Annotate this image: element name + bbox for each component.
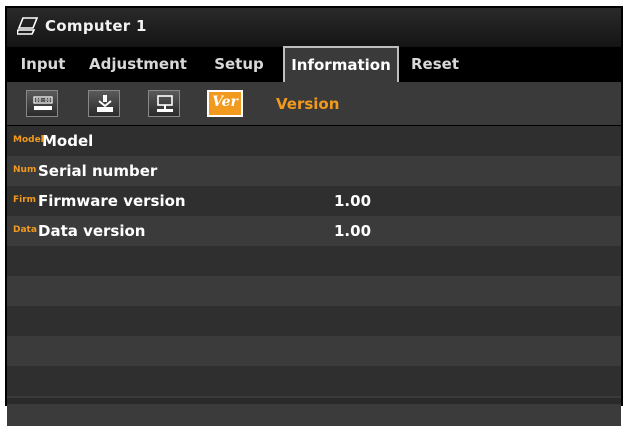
row-label: Model <box>42 132 94 150</box>
subtab-title: Version <box>276 95 340 113</box>
row-value: 1.00 <box>334 222 372 240</box>
empty-row <box>7 366 621 396</box>
tab-adjustment[interactable]: Adjustment <box>83 48 193 80</box>
tab-input[interactable]: Input <box>13 48 73 80</box>
list-item: Model Model <box>7 126 621 156</box>
source-icon[interactable] <box>88 90 120 117</box>
information-subtabs: 00:00 Ver Version <box>7 82 621 125</box>
data-icon: Data <box>13 225 37 235</box>
menu-tabs: Input Adjustment Setup Information Reset <box>7 46 621 84</box>
usage-time-icon[interactable]: 00:00 <box>26 90 58 117</box>
empty-row <box>7 306 621 336</box>
firmware-icon: Firm <box>13 195 37 205</box>
tab-setup[interactable]: Setup <box>203 48 275 80</box>
version-icon[interactable]: Ver <box>207 90 243 117</box>
info-list: Model Model Num Serial number Firm Firmw… <box>7 126 621 426</box>
empty-row <box>7 276 621 306</box>
empty-row <box>7 246 621 276</box>
tab-reset[interactable]: Reset <box>405 48 465 80</box>
row-label: Firmware version <box>38 192 186 210</box>
source-title: Computer 1 <box>45 17 147 35</box>
list-item: Data Data version 1.00 <box>7 216 621 246</box>
row-label: Serial number <box>38 162 158 180</box>
list-item: Num Serial number <box>7 156 621 186</box>
empty-row <box>7 336 621 366</box>
computer-icon <box>17 17 39 35</box>
model-icon: Model <box>13 135 44 145</box>
version-icon-text: Ver <box>212 94 238 110</box>
serial-number-icon: Num <box>13 165 37 175</box>
wired-lan-icon[interactable] <box>148 90 180 117</box>
list-item: Firm Firmware version 1.00 <box>7 186 621 216</box>
status-bar <box>7 398 621 404</box>
tab-information[interactable]: Information <box>283 46 399 84</box>
osd-menu-window: Computer 1 Input Adjustment Setup Inform… <box>5 6 623 426</box>
title-bar: Computer 1 <box>7 8 621 47</box>
row-label: Data version <box>38 222 146 240</box>
row-value: 1.00 <box>334 192 372 210</box>
svg-text:00:00: 00:00 <box>35 98 50 104</box>
